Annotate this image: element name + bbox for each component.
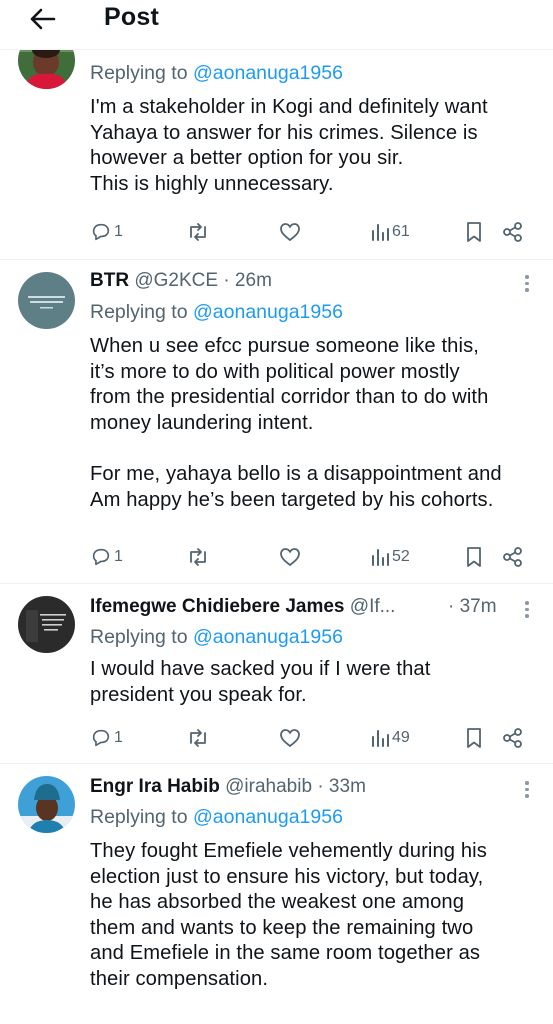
share-button[interactable] — [502, 218, 524, 246]
share-icon — [503, 547, 522, 567]
author-line: Engr Ira Habib @irahabib · 33m — [90, 776, 366, 798]
share-icon — [503, 728, 522, 748]
repost-icon — [190, 548, 206, 566]
page-title: Post — [104, 3, 159, 31]
views-button[interactable]: 52 — [370, 543, 410, 571]
bookmark-button[interactable] — [464, 218, 484, 246]
reply-icon — [92, 223, 110, 241]
tweet-text: I would have sacked you if I were that p… — [90, 658, 431, 706]
repost-icon — [190, 223, 206, 241]
back-button[interactable] — [22, 2, 62, 38]
reply-icon — [92, 548, 110, 566]
bookmark-icon — [467, 222, 481, 242]
reply-icon — [92, 729, 110, 747]
more-icon — [525, 275, 529, 279]
views-button[interactable]: 61 — [370, 218, 410, 246]
tweet-time[interactable]: · 37m — [448, 596, 497, 618]
author-name[interactable]: Ifemegwe Chidiebere James — [90, 596, 345, 617]
tweet-text: They fought Emefiele vehemently during h… — [90, 840, 487, 990]
replying-handle-link[interactable]: @aonanuga1956 — [193, 301, 343, 323]
replying-to: Replying to @aonanuga1956 — [90, 626, 343, 648]
reply-tweet[interactable]: Engr Ira Habib @irahabib · 33m Replying … — [0, 764, 553, 1024]
bookmark-icon — [467, 728, 481, 748]
more-button[interactable] — [517, 272, 537, 298]
like-button[interactable] — [278, 724, 302, 752]
reply-button[interactable]: 1 — [90, 724, 123, 752]
views-icon — [372, 730, 389, 747]
author-handle[interactable]: @G2KCE — [134, 270, 218, 291]
tweet-actions: 1 49 — [90, 724, 530, 752]
author-line: BTR @G2KCE · 26m — [90, 270, 272, 292]
replying-to: Replying to @aonanuga1956 — [90, 301, 343, 323]
reply-tweet[interactable]: BTR @G2KCE · 26m Replying to @aonanuga19… — [0, 260, 553, 584]
tweet-actions: 1 52 — [90, 543, 530, 571]
like-button[interactable] — [278, 543, 302, 571]
repost-button[interactable] — [186, 543, 210, 571]
more-button[interactable] — [517, 778, 537, 804]
back-arrow-icon — [30, 8, 56, 30]
views-icon — [372, 549, 389, 566]
author-name[interactable]: BTR — [90, 270, 129, 291]
bookmark-icon — [467, 547, 481, 567]
share-button[interactable] — [502, 724, 524, 752]
author-handle[interactable]: @irahabib — [225, 776, 312, 797]
share-icon — [503, 222, 522, 242]
like-icon — [280, 548, 300, 567]
replying-to: Replying to @aonanuga1956 — [90, 62, 343, 84]
replying-handle-link[interactable]: @aonanuga1956 — [193, 62, 343, 84]
top-bar: Post — [0, 0, 553, 50]
tweet-time[interactable]: · 26m — [223, 270, 272, 291]
repost-button[interactable] — [186, 218, 210, 246]
replying-to: Replying to @aonanuga1956 — [90, 806, 343, 828]
tweet-time[interactable]: · 33m — [317, 776, 366, 797]
repost-button[interactable] — [186, 724, 210, 752]
reply-button[interactable]: 1 — [90, 543, 123, 571]
avatar[interactable] — [18, 596, 75, 653]
more-icon — [525, 781, 529, 785]
reply-button[interactable]: 1 — [90, 218, 123, 246]
like-icon — [280, 729, 300, 748]
tweet-text: When u see efcc pursue someone like this… — [90, 335, 502, 511]
reply-tweet[interactable]: Ifemegwe Chidiebere James @If... · 37m R… — [0, 584, 553, 764]
views-button[interactable]: 49 — [370, 724, 410, 752]
tweet-text: I'm a stakeholder in Kogi and definitely… — [90, 96, 488, 195]
more-button[interactable] — [517, 598, 537, 624]
author-line: Ifemegwe Chidiebere James @If... — [90, 596, 395, 618]
replying-handle-link[interactable]: @aonanuga1956 — [193, 806, 343, 828]
author-name[interactable]: Engr Ira Habib — [90, 776, 220, 797]
bookmark-button[interactable] — [464, 724, 484, 752]
author-handle[interactable]: @If... — [350, 596, 396, 617]
reply-tweet[interactable]: Replying to @aonanuga1956 I'm a stakehol… — [0, 32, 553, 260]
bookmark-button[interactable] — [464, 543, 484, 571]
avatar[interactable] — [18, 776, 75, 833]
replying-handle-link[interactable]: @aonanuga1956 — [193, 626, 343, 648]
views-icon — [372, 224, 389, 241]
like-button[interactable] — [278, 218, 302, 246]
like-icon — [280, 223, 300, 242]
share-button[interactable] — [502, 543, 524, 571]
more-icon — [525, 601, 529, 605]
tweet-actions: 1 61 — [90, 218, 530, 246]
repost-icon — [190, 729, 206, 747]
avatar[interactable] — [18, 272, 75, 329]
